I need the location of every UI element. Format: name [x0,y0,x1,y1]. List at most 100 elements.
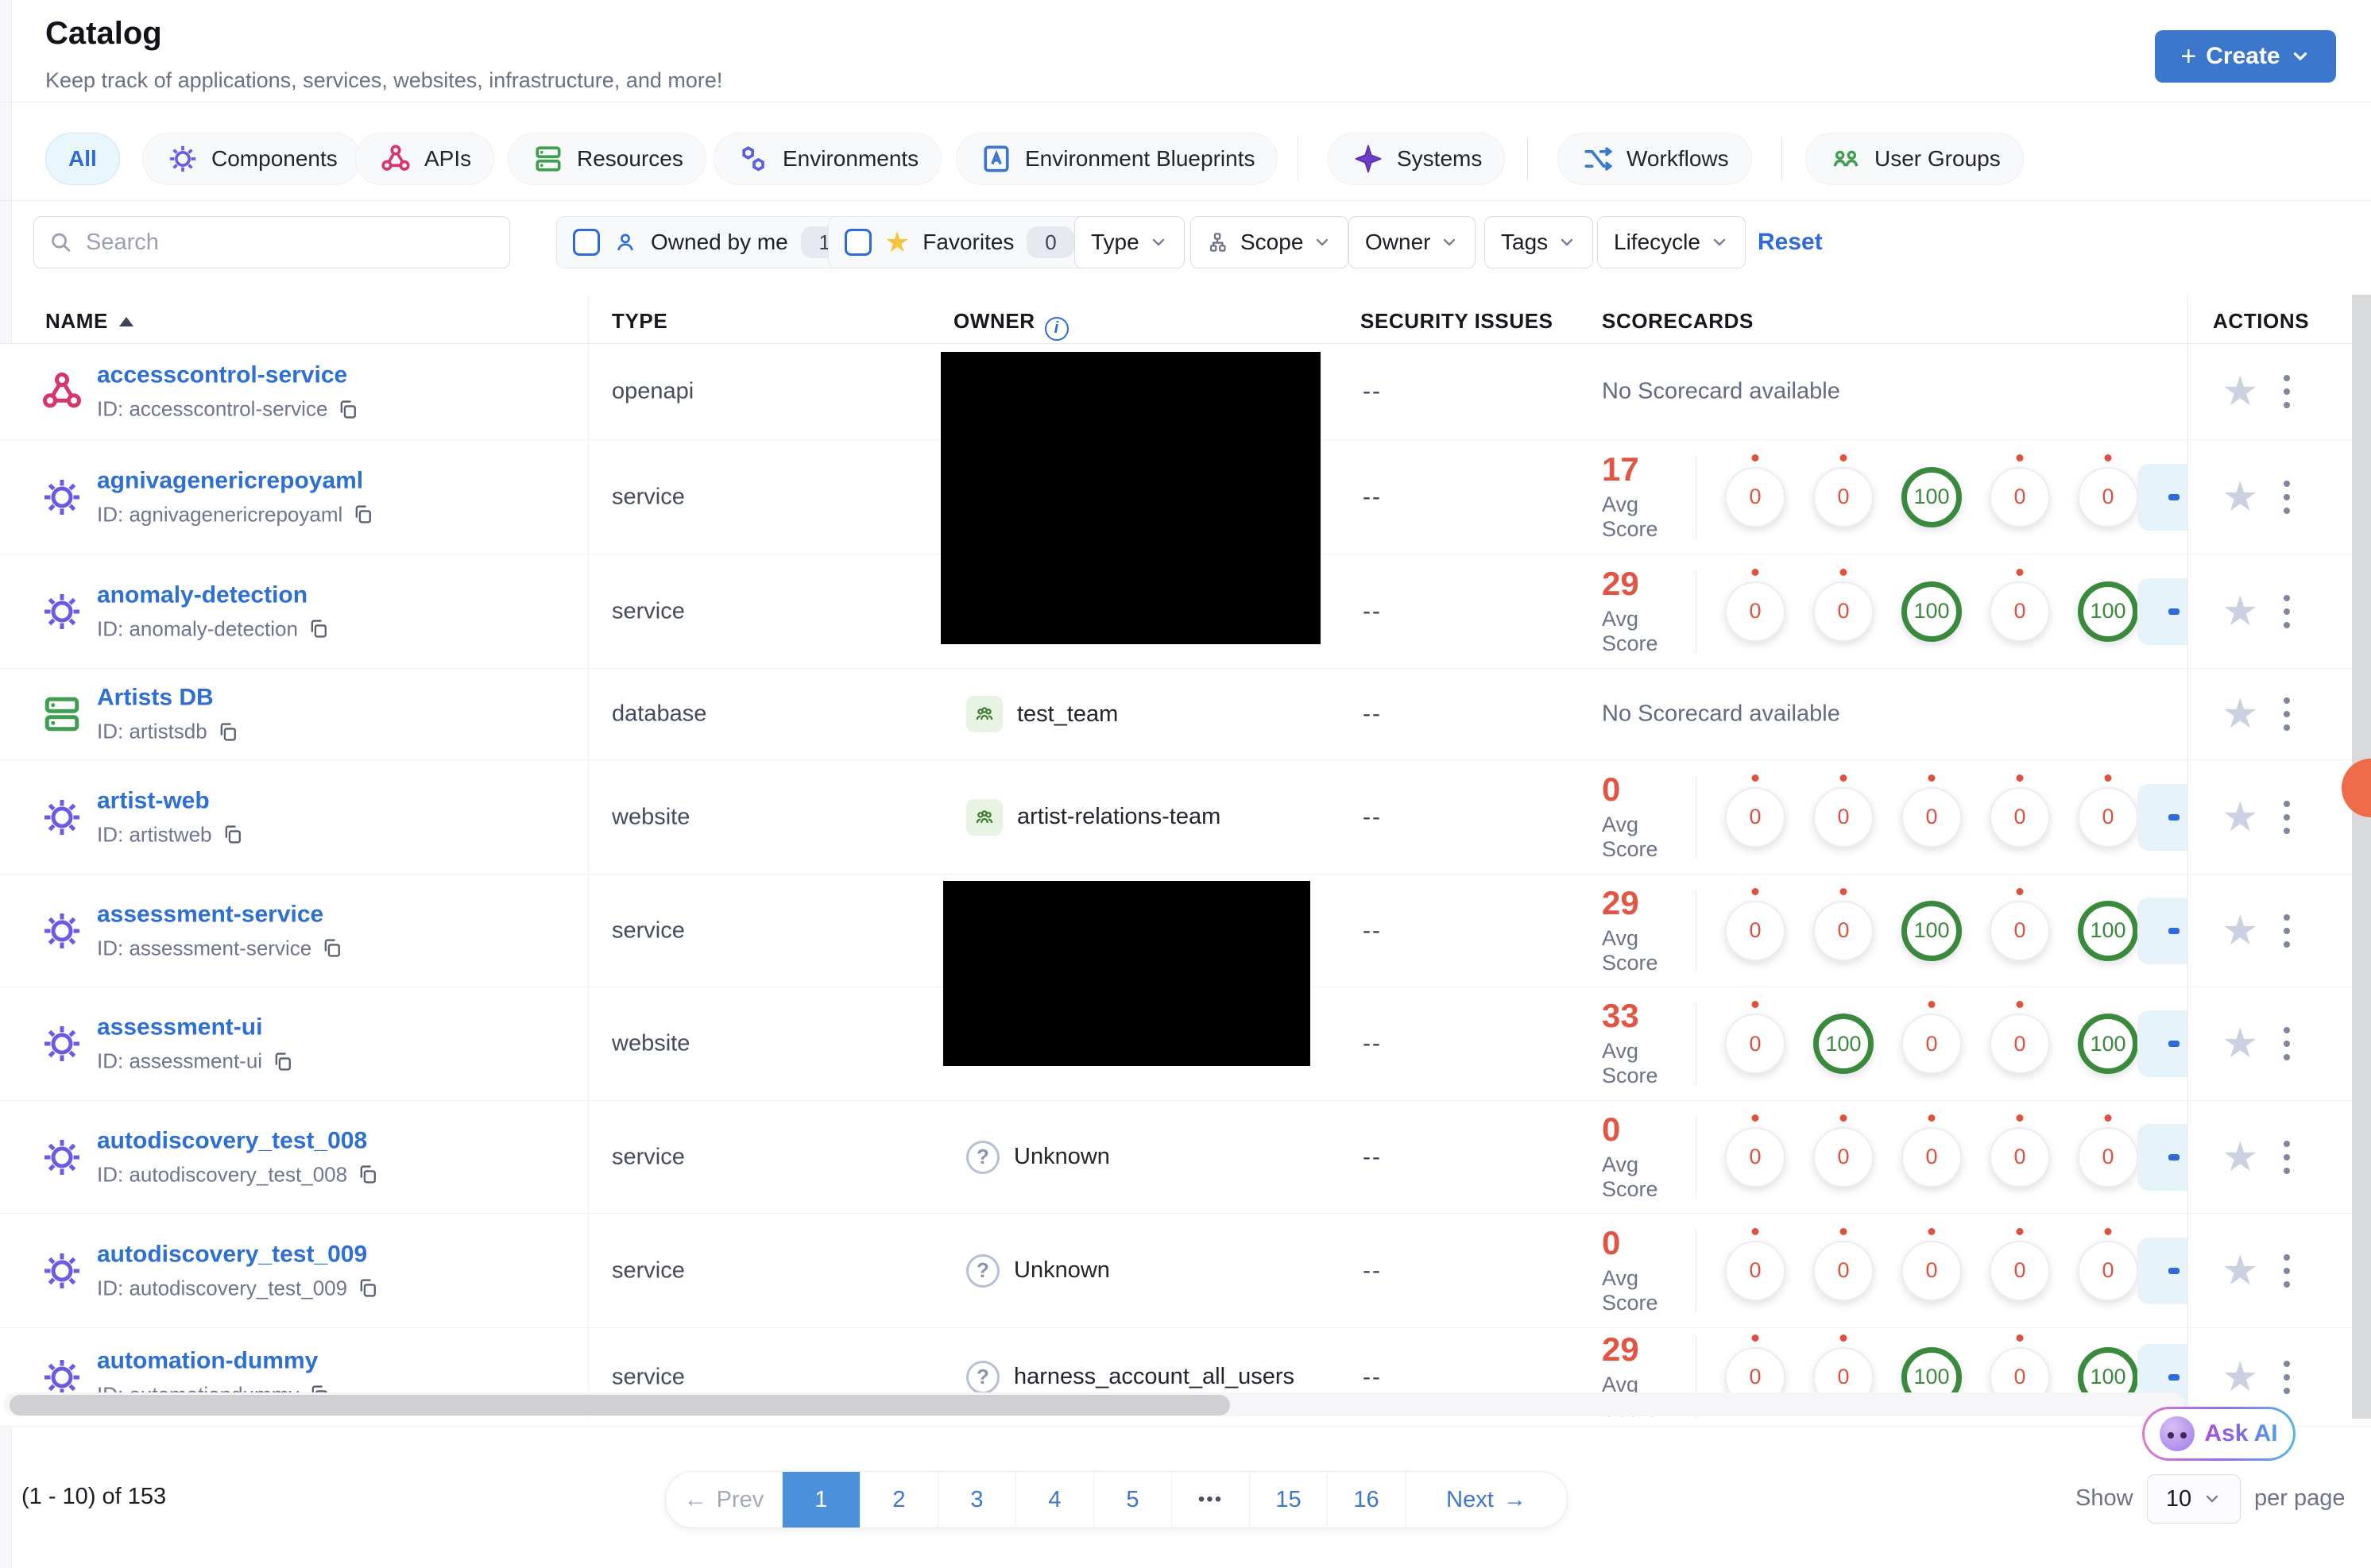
copy-icon[interactable] [352,504,374,526]
tab-resources[interactable]: Resources [508,133,706,185]
scorecard-circle[interactable]: 100 [1901,581,1962,642]
scorecard-more-chip[interactable] [2137,1010,2187,1077]
scorecard-more-chip[interactable] [2137,897,2187,964]
page-button-4[interactable]: 4 [1016,1472,1094,1527]
favorite-star-button[interactable]: ★ [2222,910,2259,952]
favorite-star-button[interactable]: ★ [2222,1250,2259,1292]
page-button-16[interactable]: 16 [1328,1472,1406,1527]
tab-environment-blueprints[interactable]: Environment Blueprints [956,133,1278,185]
tab-all[interactable]: All [45,133,120,185]
type-filter-dropdown[interactable]: Type [1074,216,1185,268]
row-menu-button[interactable] [2279,370,2295,413]
tab-apis[interactable]: APIs [355,133,495,185]
scorecard-circle[interactable]: 100 [1901,900,1962,961]
copy-icon[interactable] [321,937,343,960]
scorecard-circle[interactable]: 100 [2078,1014,2138,1074]
tab-environments[interactable]: Environments [714,133,942,185]
entity-name-link[interactable]: anomaly-detection [97,581,330,608]
search-input[interactable] [84,228,495,257]
scope-filter-dropdown[interactable]: Scope [1190,216,1349,268]
favorites-filter[interactable]: ★ Favorites 0 [828,216,1092,268]
favorite-star-button[interactable]: ★ [2222,693,2259,735]
page-size-select[interactable]: 10 [2147,1474,2241,1524]
scorecard-circle[interactable]: 0 [1901,774,1962,848]
scorecard-circle[interactable]: 0 [1725,568,1785,642]
entity-name-link[interactable]: artist-web [97,787,244,814]
favorite-star-button[interactable]: ★ [2222,1023,2259,1064]
owned-by-me-filter[interactable]: Owned by me 1 [556,216,865,268]
owner-filter-dropdown[interactable]: Owner [1348,216,1476,268]
favorite-star-button[interactable]: ★ [2222,797,2259,838]
scorecard-circle[interactable]: 0 [1725,1227,1785,1301]
scorecard-more-chip[interactable] [2137,463,2187,531]
tab-workflows[interactable]: Workflows [1557,133,1752,185]
scorecard-circle[interactable]: 0 [2078,454,2138,527]
horizontal-scrollbar-thumb[interactable] [10,1395,1230,1415]
vertical-scrollbar[interactable] [2352,295,2371,1419]
entity-name-link[interactable]: autodiscovery_test_009 [97,1241,379,1268]
scorecard-circle[interactable]: 0 [1725,887,1785,961]
scorecard-circle[interactable]: 100 [1901,466,1962,527]
scorecard-circle[interactable]: 0 [1813,568,1874,642]
scorecard-circle[interactable]: 0 [1990,1227,2050,1301]
tab-user-groups[interactable]: User Groups [1805,133,2024,185]
scorecard-circle[interactable]: 0 [1990,454,2050,527]
column-header-name[interactable]: NAME [45,309,133,334]
scorecard-circle[interactable]: 100 [2078,581,2138,642]
entity-name-link[interactable]: assessment-service [97,901,343,928]
tab-systems[interactable]: Systems [1328,133,1506,185]
scorecard-circle[interactable]: 0 [1813,454,1874,527]
scorecard-circle[interactable]: 0 [1813,774,1874,848]
scorecard-circle[interactable]: 0 [1725,774,1785,848]
entity-name-link[interactable]: autodiscovery_test_008 [97,1127,379,1154]
copy-icon[interactable] [337,398,359,420]
row-menu-button[interactable] [2279,693,2295,736]
favorites-checkbox[interactable] [845,229,872,256]
tags-filter-dropdown[interactable]: Tags [1484,216,1594,268]
entity-name-link[interactable]: agnivagenericrepoyaml [97,467,374,494]
scorecard-circle[interactable]: 0 [1901,1227,1962,1301]
row-menu-button[interactable] [2279,590,2295,633]
entity-name-link[interactable]: automation-dummy [97,1347,331,1374]
copy-icon[interactable] [222,824,244,846]
lifecycle-filter-dropdown[interactable]: Lifecycle [1597,216,1746,268]
entity-name-link[interactable]: accesscontrol-service [97,362,359,389]
scorecard-circle[interactable]: 0 [1901,1114,1962,1188]
owned-by-me-checkbox[interactable] [573,229,600,256]
scorecard-circle[interactable]: 0 [1990,1001,2050,1074]
create-button[interactable]: + Create [2155,30,2336,83]
info-icon[interactable]: i [1044,316,1069,341]
copy-icon[interactable] [307,618,330,640]
scorecard-circle[interactable]: 0 [2078,774,2138,848]
entity-name-link[interactable]: Artists DB [97,685,239,712]
favorite-star-button[interactable]: ★ [2222,371,2259,412]
scorecard-circle[interactable]: 100 [1813,1014,1874,1074]
tab-components[interactable]: Components [142,133,361,185]
scorecard-circle[interactable]: 0 [1990,774,2050,848]
page-button-3[interactable]: 3 [938,1472,1016,1527]
search-box[interactable] [33,216,510,268]
row-menu-button[interactable] [2279,796,2295,839]
page-button-15[interactable]: 15 [1250,1472,1328,1527]
scorecard-circle[interactable]: 0 [1990,1114,2050,1188]
copy-icon[interactable] [357,1164,379,1186]
page-button-1[interactable]: 1 [783,1472,861,1527]
scorecard-circle[interactable]: 0 [2078,1114,2138,1188]
scorecard-circle[interactable]: 0 [1725,1001,1785,1074]
page-button-5[interactable]: 5 [1094,1472,1172,1527]
row-menu-button[interactable] [2279,1136,2295,1179]
copy-icon[interactable] [357,1277,379,1300]
row-menu-button[interactable] [2279,1022,2295,1065]
next-page-button[interactable]: Next → [1406,1472,1567,1527]
scorecard-more-chip[interactable] [2137,783,2187,851]
scorecard-circle[interactable]: 0 [2078,1227,2138,1301]
scorecard-circle[interactable]: 0 [1725,454,1785,527]
favorite-star-button[interactable]: ★ [2222,591,2259,632]
favorite-star-button[interactable]: ★ [2222,1137,2259,1178]
page-button-2[interactable]: 2 [861,1472,938,1527]
scorecard-more-chip[interactable] [2137,577,2187,645]
scorecard-circle[interactable]: 0 [1990,887,2050,961]
entity-name-link[interactable]: assessment-ui [97,1014,294,1041]
row-menu-button[interactable] [2279,476,2295,519]
prev-page-button[interactable]: ← Prev [666,1472,783,1527]
